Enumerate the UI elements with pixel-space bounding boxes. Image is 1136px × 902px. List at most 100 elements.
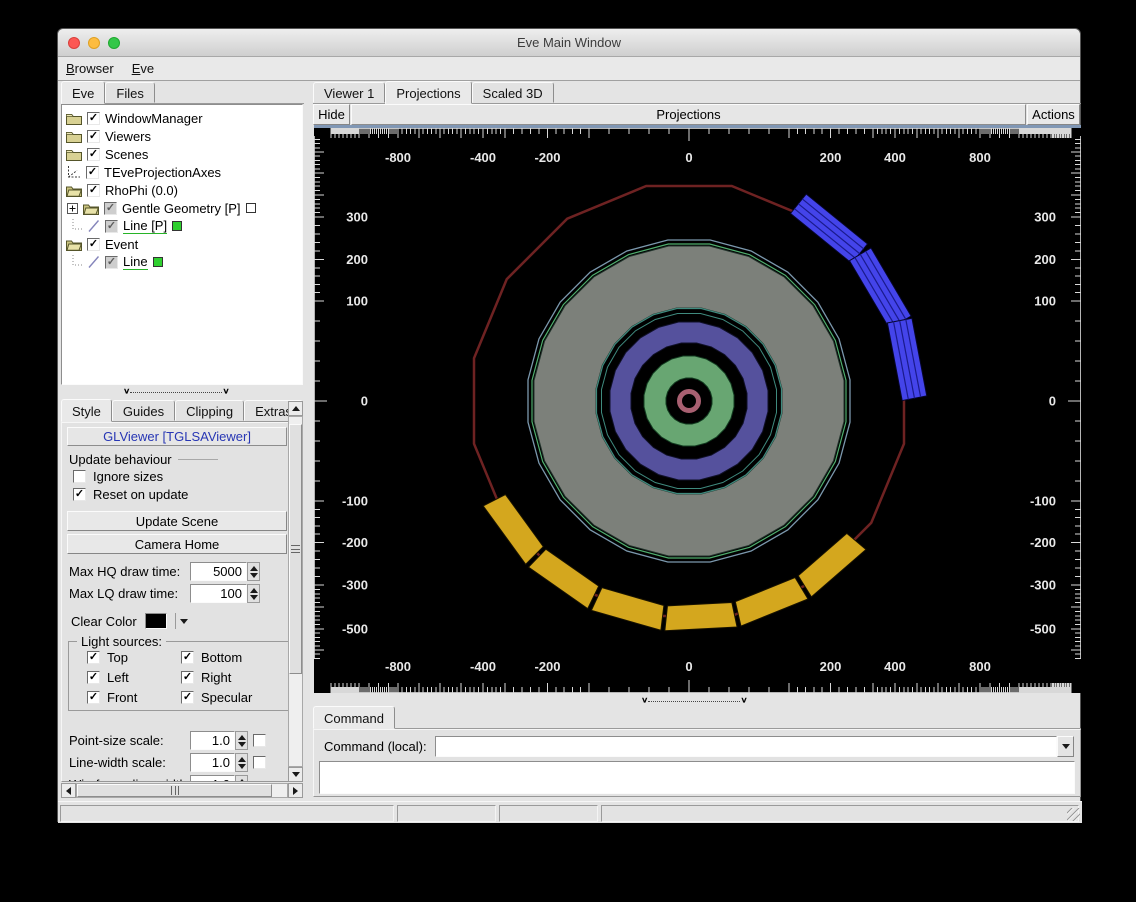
camera-home-button[interactable]: Camera Home (67, 534, 287, 554)
combo-dropdown-button[interactable] (1057, 736, 1074, 757)
expand-icon[interactable] (67, 203, 78, 214)
command-output[interactable] (319, 761, 1075, 794)
svg-text:400: 400 (884, 659, 906, 674)
color-swatch[interactable] (172, 221, 182, 231)
checkbox[interactable]: ✓ (87, 130, 100, 143)
tree-item-windowmanager[interactable]: ✓ WindowManager (62, 109, 302, 127)
light-bottom-option[interactable]: ✓Bottom (181, 650, 242, 665)
eve-main-window: Eve Main Window Browser Eve Eve Files ✓ … (57, 28, 1081, 822)
sidebar-splitter[interactable]: ∨ ∨ (61, 386, 303, 398)
checkbox[interactable] (253, 756, 266, 769)
object-tree[interactable]: ✓ WindowManager ✓ Viewers ✓ Scenes ✓ TEv… (61, 104, 303, 385)
max-lq-spinner[interactable]: 100 (190, 584, 260, 603)
scroll-left-button[interactable] (61, 783, 76, 798)
color-swatch[interactable] (153, 257, 163, 267)
scroll-up-button[interactable] (288, 401, 303, 416)
light-right-option[interactable]: ✓Right (181, 670, 231, 685)
hide-button[interactable]: Hide (313, 104, 350, 125)
style-tabstrip: Style Guides Clipping Extras (61, 399, 303, 422)
line-width-spinner[interactable]: 1.0 (190, 753, 248, 772)
checkbox[interactable]: ✓ (87, 238, 100, 251)
folder-open-icon (66, 238, 82, 251)
glviewer-name-button[interactable]: GLViewer [TGLSAViewer] (67, 427, 287, 446)
svg-text:-200: -200 (342, 535, 368, 550)
folder-open-icon (83, 202, 99, 215)
tree-item-line-p[interactable]: ✓ Line [P] (62, 217, 302, 235)
wireframe-spinner[interactable]: 1.0 (190, 775, 248, 782)
checkbox[interactable]: ✓ (87, 651, 100, 664)
reset-on-update-option[interactable]: ✓ Reset on update (73, 487, 188, 502)
tree-item-gentle-geometry[interactable]: ✓ Gentle Geometry [P] (62, 199, 302, 217)
line-icon (88, 255, 100, 269)
checkbox[interactable]: ✓ (87, 671, 100, 684)
scroll-down-button[interactable] (288, 767, 303, 782)
tab-style[interactable]: Style (61, 399, 112, 422)
max-lq-row: Max LQ draw time: 100 (69, 584, 260, 603)
resize-grip[interactable] (1067, 808, 1080, 821)
title-bar[interactable]: Eve Main Window (58, 29, 1080, 57)
command-combobox[interactable] (435, 736, 1074, 757)
spin-up-icon (238, 757, 246, 762)
checkbox[interactable]: ✓ (104, 202, 117, 215)
command-input[interactable] (435, 736, 1057, 757)
max-hq-spinner[interactable]: 5000 (190, 562, 260, 581)
color-swatch[interactable] (246, 203, 256, 213)
splitter-chevron-icon: ∨ (740, 698, 747, 704)
tab-eve[interactable]: Eve (61, 81, 105, 104)
checkbox[interactable]: ✓ (105, 220, 118, 233)
wireframe-row: Wireframe line width 1.0 (69, 775, 248, 782)
tree-item-scenes[interactable]: ✓ Scenes (62, 145, 302, 163)
tab-viewer-1[interactable]: Viewer 1 (313, 82, 385, 103)
checkbox[interactable] (73, 470, 86, 483)
checkbox[interactable]: ✓ (181, 651, 194, 664)
checkbox[interactable] (253, 734, 266, 747)
tree-item-event[interactable]: ✓ Event (62, 235, 302, 253)
light-specular-option[interactable]: ✓Specular (181, 690, 252, 705)
checkbox[interactable]: ✓ (73, 488, 86, 501)
clear-color-dropdown[interactable] (175, 613, 188, 629)
checkbox[interactable]: ✓ (87, 112, 100, 125)
svg-text:-200: -200 (1030, 535, 1056, 550)
tree-item-projectionaxes[interactable]: ✓ TEveProjectionAxes (62, 163, 302, 181)
checkbox[interactable]: ✓ (181, 691, 194, 704)
checkbox[interactable]: ✓ (87, 184, 100, 197)
tree-item-viewers[interactable]: ✓ Viewers (62, 127, 302, 145)
svg-text:-200: -200 (534, 150, 560, 165)
gl-viewport-frame: -800-800-400-400-200-2000020020040040080… (314, 125, 1081, 693)
tree-item-line[interactable]: ✓ Line (62, 253, 302, 271)
viewer-title-bar[interactable]: Projections (351, 104, 1026, 125)
command-tabstrip: Command (313, 706, 1081, 729)
ignore-sizes-option[interactable]: Ignore sizes (73, 469, 163, 484)
svg-text:400: 400 (884, 150, 906, 165)
point-size-spinner[interactable]: 1.0 (190, 731, 248, 750)
checkbox[interactable]: ✓ (181, 671, 194, 684)
status-cell (499, 805, 598, 822)
checkbox[interactable]: ✓ (87, 691, 100, 704)
light-front-option[interactable]: ✓Front (87, 690, 137, 705)
menu-browser[interactable]: Browser (66, 61, 114, 76)
checkbox[interactable]: ✓ (105, 256, 118, 269)
clear-color-row: Clear Color (71, 613, 188, 629)
svg-text:-300: -300 (342, 578, 368, 593)
clear-color-swatch[interactable] (145, 613, 167, 629)
checkbox[interactable]: ✓ (87, 148, 100, 161)
tab-clipping[interactable]: Clipping (175, 400, 244, 421)
light-left-option[interactable]: ✓Left (87, 670, 129, 685)
tree-item-rhophi[interactable]: ✓ RhoPhi (0.0) (62, 181, 302, 199)
rhophi-projection-viewport[interactable]: -800-800-400-400-200-2000020020040040080… (314, 128, 1081, 693)
light-top-option[interactable]: ✓Top (87, 650, 128, 665)
tab-guides[interactable]: Guides (112, 400, 175, 421)
checkbox[interactable]: ✓ (86, 166, 99, 179)
scroll-right-button[interactable] (288, 783, 303, 798)
update-scene-button[interactable]: Update Scene (67, 511, 287, 531)
vertical-scrollbar-thumb[interactable] (289, 424, 302, 674)
horizontal-scrollbar-thumb[interactable] (77, 784, 272, 797)
tab-projections[interactable]: Projections (385, 81, 471, 104)
svg-text:-200: -200 (534, 659, 560, 674)
tab-files[interactable]: Files (105, 82, 154, 103)
menu-eve[interactable]: Eve (132, 61, 154, 76)
tab-scaled-3d[interactable]: Scaled 3D (472, 82, 554, 103)
svg-text:200: 200 (346, 252, 368, 267)
tab-command[interactable]: Command (313, 706, 395, 729)
actions-button[interactable]: Actions (1027, 104, 1080, 125)
